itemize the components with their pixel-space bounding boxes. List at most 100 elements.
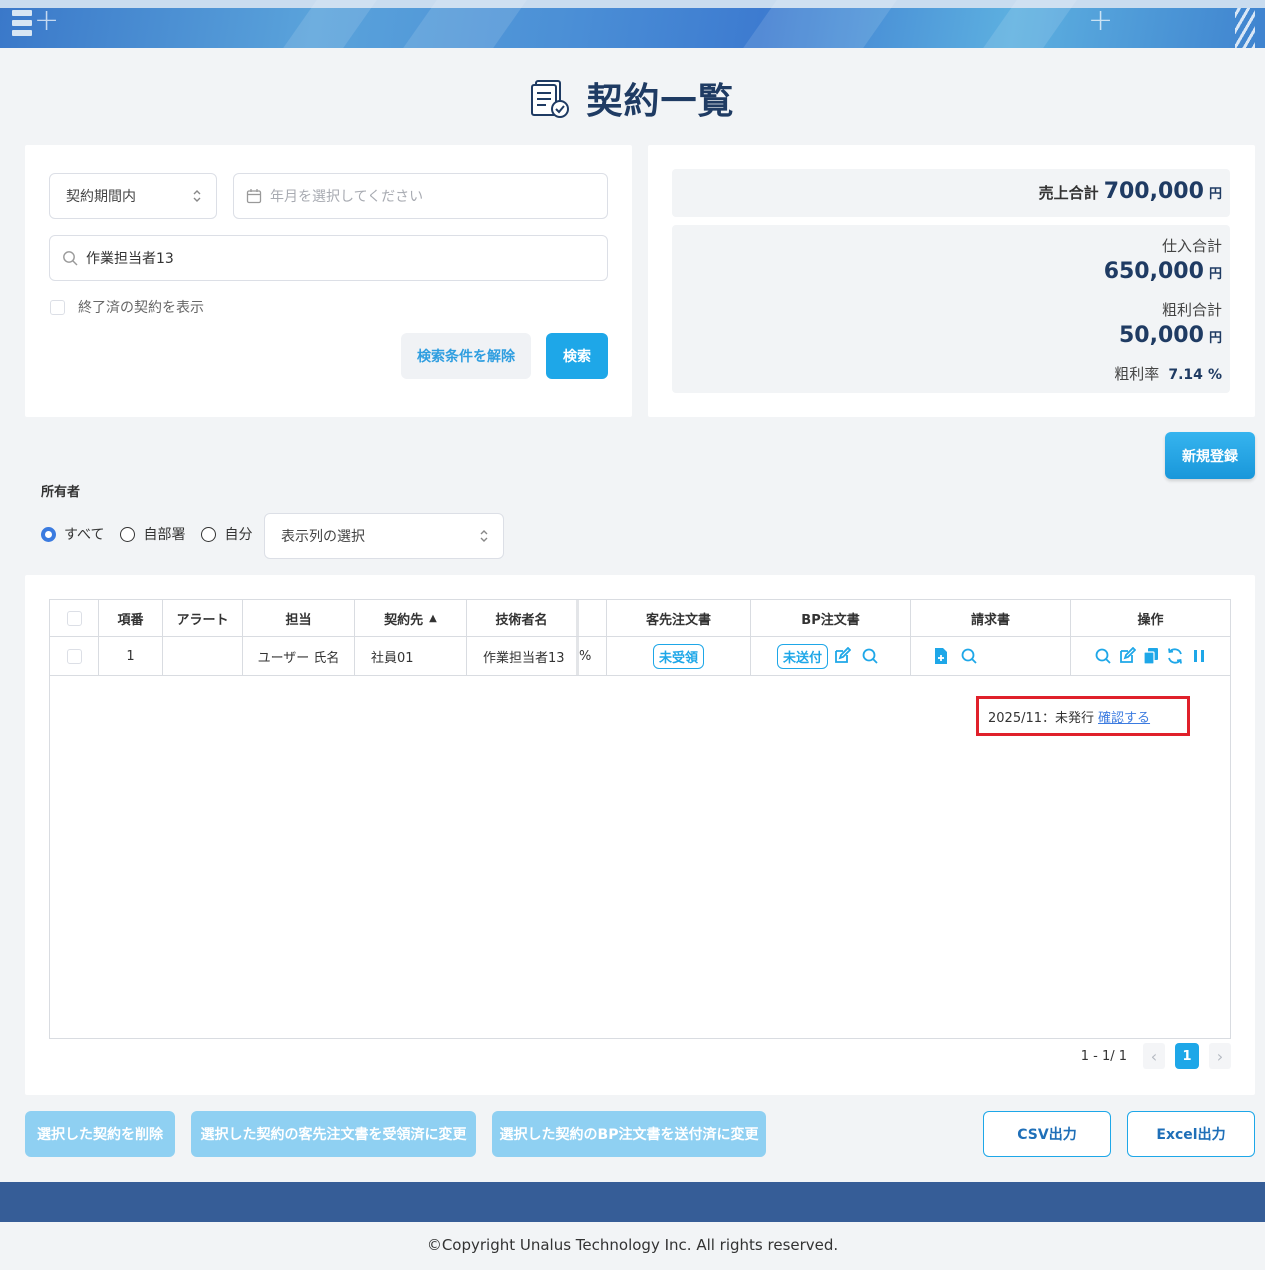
owner-radio-group: すべて 自部署 自分 — [41, 524, 268, 544]
row-percentage-fragment: % — [579, 637, 607, 675]
contract-table: 項番 アラート 担当 契約先 ▲ 技術者名 客先注文書 BP注文書 請求書 操作… — [49, 599, 1231, 1039]
radio-unselected-icon — [120, 526, 136, 542]
owner-label: 所有者 — [41, 485, 81, 500]
table-header-row: 項番 アラート 担当 契約先 ▲ 技術者名 客先注文書 BP注文書 請求書 操作 — [50, 600, 1230, 637]
show-finished-checkbox[interactable] — [50, 299, 65, 315]
edit-icon[interactable] — [1118, 647, 1136, 665]
csv-export-button[interactable]: CSV出力 — [983, 1111, 1111, 1157]
previous-page-icon[interactable]: ‹ — [1143, 1043, 1165, 1069]
row-select-cell — [50, 637, 99, 675]
invoice-status-text: 2025/11：未発行 — [988, 710, 1095, 726]
page-number-button[interactable]: 1 — [1175, 1043, 1199, 1069]
summary-panel: 売上合計 700,000 円 仕入合計 650,000 円 粗利合計 50,00… — [648, 145, 1255, 417]
header-assignee[interactable]: 担当 — [243, 600, 355, 636]
page-title: 契約一覧 — [586, 81, 735, 122]
view-icon[interactable] — [1094, 647, 1112, 665]
search-icon[interactable] — [861, 647, 879, 665]
purchase-total-value-line: 650,000 円 — [1104, 259, 1222, 284]
sort-ascending-icon: ▲ — [429, 612, 437, 624]
bp-order-status-badge[interactable]: 未送付 — [776, 643, 828, 669]
row-engineer: 作業担当者13 — [467, 637, 579, 675]
header-client-order[interactable]: 客先注文書 — [607, 600, 751, 636]
purchase-total-label-line: 仕入合計 — [1162, 235, 1222, 256]
owner-radio-self-label: 自分 — [224, 527, 253, 543]
clear-conditions-button[interactable]: 検索条件を解除 — [401, 333, 531, 379]
radio-unselected-icon — [201, 526, 217, 542]
header-actions: 操作 — [1137, 612, 1164, 628]
header-no[interactable]: 項番 — [99, 600, 163, 636]
header-client[interactable]: 契約先 ▲ — [355, 600, 467, 636]
show-finished-label: 終了済の契約を表示 — [78, 300, 204, 316]
next-page-icon[interactable]: › — [1209, 1043, 1231, 1069]
invoice-confirm-link[interactable]: 確認する — [1098, 707, 1150, 726]
header-invoice[interactable]: 請求書 — [911, 600, 1071, 636]
month-picker-input[interactable]: 年月を選択してください — [233, 173, 608, 219]
row-actions-cell — [1071, 637, 1230, 675]
select-all-checkbox[interactable] — [66, 610, 82, 626]
client-order-status-badge[interactable]: 未受領 — [652, 643, 704, 669]
purchase-total-label: 仕入合計 — [1161, 237, 1222, 255]
period-select[interactable]: 契約期間内 — [49, 173, 217, 219]
top-banner: + + — [0, 0, 1265, 48]
owner-radio-self[interactable]: 自分 — [201, 524, 252, 544]
table-row: 1 ユーザー 氏名 社員01 作業担当者13 % 未受領 未送付 — [50, 637, 1230, 676]
owner-radio-all[interactable]: すべて — [41, 524, 104, 544]
header-client-label: 契約先 — [384, 612, 424, 628]
excel-export-button[interactable]: Excel出力 — [1127, 1111, 1255, 1157]
yen-unit: 円 — [1208, 331, 1222, 346]
header-bp-order[interactable]: BP注文書 — [751, 600, 911, 636]
row-bp-order-cell: 未送付 — [751, 637, 911, 675]
copyright-text: ©Copyright Unalus Technology Inc. All ri… — [426, 1236, 839, 1254]
header-select-all — [50, 600, 99, 636]
select-arrows-icon — [193, 190, 201, 202]
owner-radio-department-label: 自部署 — [143, 527, 186, 543]
row-alert — [163, 637, 243, 675]
stripe-decoration-icon — [1235, 8, 1255, 48]
contract-table-panel: 項番 アラート 担当 契約先 ▲ 技術者名 客先注文書 BP注文書 請求書 操作… — [25, 575, 1255, 1095]
search-button[interactable]: 検索 — [546, 333, 608, 379]
profit-total-label-line: 粗利合計 — [1162, 299, 1222, 320]
profit-rate-value: 7.14 — [1168, 367, 1203, 383]
search-icon — [63, 251, 78, 266]
refresh-icon[interactable] — [1166, 647, 1184, 665]
add-document-icon[interactable] — [932, 647, 950, 665]
sales-total-label: 売上合計 — [1038, 184, 1099, 202]
sales-total-value: 700,000 — [1103, 179, 1204, 204]
row-checkbox[interactable] — [66, 648, 82, 664]
column-select-value: 表示列の選択 — [281, 529, 365, 545]
search-icon[interactable] — [960, 647, 978, 665]
select-arrows-icon — [480, 530, 488, 542]
page-header: 契約一覧 — [0, 72, 1265, 124]
header-engineer[interactable]: 技術者名 — [467, 600, 579, 636]
edit-icon[interactable] — [833, 647, 851, 665]
mark-bp-order-sent-button[interactable]: 選択した契約のBP注文書を送付済に変更 — [492, 1111, 766, 1157]
profit-total-label: 粗利合計 — [1161, 301, 1222, 319]
purchase-total-value: 650,000 — [1103, 259, 1204, 284]
month-picker-placeholder: 年月を選択してください — [270, 189, 424, 205]
mark-client-order-received-button[interactable]: 選択した契約の客先注文書を受領済に変更 — [191, 1111, 476, 1157]
profit-total-value: 50,000 — [1118, 323, 1204, 348]
menu-icon[interactable] — [12, 10, 32, 44]
header-alert[interactable]: アラート — [163, 600, 243, 636]
header-hidden-column — [579, 600, 607, 636]
copy-icon[interactable] — [1142, 647, 1160, 665]
delete-selected-button[interactable]: 選択した契約を削除 — [25, 1111, 175, 1157]
column-select[interactable]: 表示列の選択 — [264, 513, 504, 559]
row-invoice-cell — [911, 637, 1071, 675]
row-assignee: ユーザー 氏名 — [243, 637, 355, 675]
search-panel: 契約期間内 年月を選択してください 作業担当者13 終了済の契約を表示 検索条件… — [25, 145, 632, 417]
row-no: 1 — [99, 637, 163, 675]
row-client: 社員01 — [355, 637, 467, 675]
owner-radio-all-label: すべて — [64, 527, 105, 543]
new-registration-button[interactable]: 新規登録 — [1165, 432, 1255, 479]
profit-rate-line: 粗利率 7.14 % — [1114, 363, 1222, 384]
pause-icon[interactable] — [1190, 647, 1208, 665]
yen-unit: 円 — [1208, 187, 1222, 202]
profit-rate-label: 粗利率 — [1114, 365, 1160, 383]
owner-radio-department[interactable]: 自部署 — [120, 524, 185, 544]
period-select-value: 契約期間内 — [66, 189, 136, 205]
show-finished-row: 終了済の契約を表示 — [50, 297, 204, 317]
row-client-order-cell: 未受領 — [607, 637, 751, 675]
keyword-search-input[interactable]: 作業担当者13 — [49, 235, 608, 281]
calendar-icon — [246, 189, 262, 204]
